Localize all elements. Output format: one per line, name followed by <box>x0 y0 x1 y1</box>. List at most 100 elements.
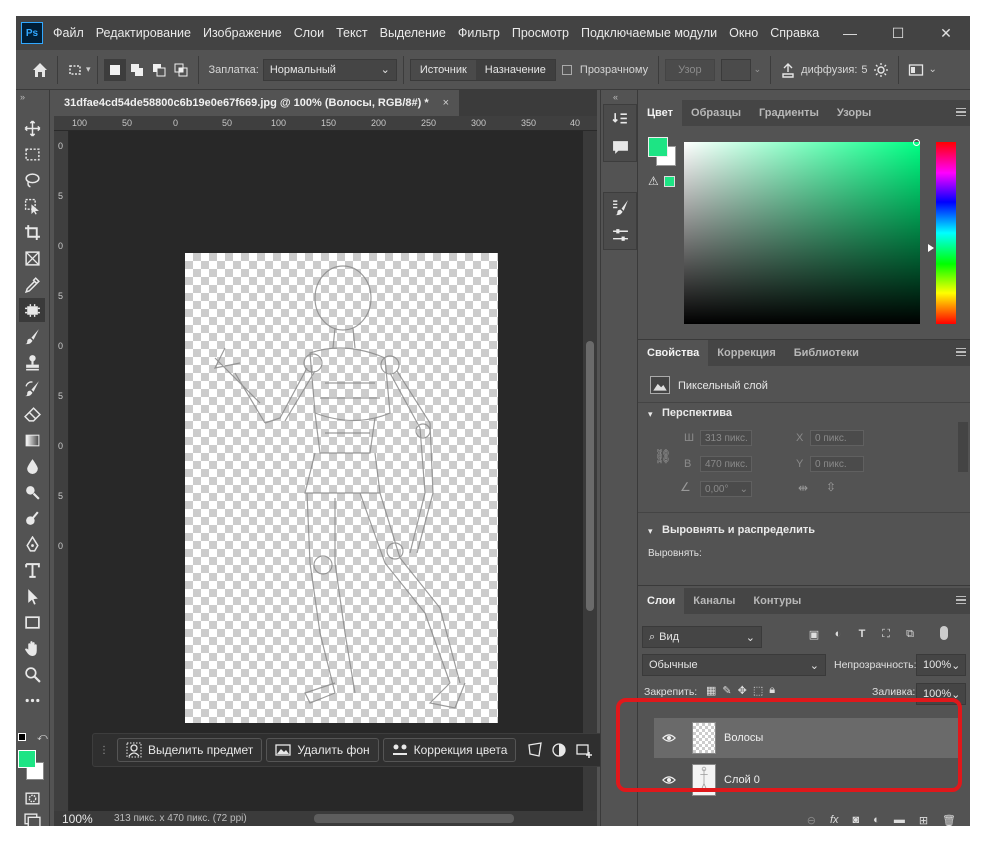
filter-pixel-icon[interactable]: ▣ <box>806 626 822 642</box>
tab-swatches[interactable]: Образцы <box>682 100 750 126</box>
adjustment-icon[interactable] <box>547 738 572 762</box>
subtract-selection-icon[interactable] <box>148 59 170 81</box>
tab-gradients[interactable]: Градиенты <box>750 100 828 126</box>
filter-toggle[interactable] <box>940 626 948 640</box>
quick-mask-icon[interactable] <box>19 786 45 810</box>
layer-filter-dropdown[interactable]: ⌕ Вид ⌄ <box>642 626 762 648</box>
gamut-color-swatch[interactable] <box>664 176 675 187</box>
add-mask-icon[interactable]: ◙ <box>853 814 860 826</box>
blur-tool-icon[interactable] <box>19 454 45 478</box>
panel-menu-icon[interactable] <box>956 348 966 356</box>
menu-file[interactable]: Файл <box>47 26 90 40</box>
document-tab[interactable]: 31dfae4cd54de58800c6b19e0e67f669.jpg @ 1… <box>54 90 460 116</box>
adjust-sliders-icon[interactable] <box>604 221 636 249</box>
marquee-tool-icon[interactable] <box>19 142 45 166</box>
comments-icon[interactable] <box>604 133 636 161</box>
lasso-tool-icon[interactable] <box>19 168 45 192</box>
new-group-icon[interactable]: ▬ <box>894 814 905 826</box>
select-subject-button[interactable]: Выделить предмет <box>117 738 263 762</box>
history-brush-tool-icon[interactable] <box>19 376 45 400</box>
link-layers-icon[interactable]: ⊖ <box>807 814 816 827</box>
chevron-down-icon[interactable]: ⌄ <box>929 64 937 75</box>
lock-transparent-icon[interactable]: ▦ <box>706 684 716 697</box>
chevron-down-icon[interactable]: ▾ <box>648 526 653 537</box>
horizontal-scrollbar[interactable] <box>314 814 514 823</box>
history-icon[interactable] <box>604 105 636 133</box>
crop-tool-icon[interactable] <box>19 220 45 244</box>
patch-tool-preset-icon[interactable] <box>64 59 86 81</box>
properties-scrollbar[interactable] <box>958 422 968 472</box>
tab-properties[interactable]: Свойства <box>638 340 709 366</box>
angle-field[interactable]: 0,00° ⌄ <box>700 481 752 497</box>
out-of-gamut-warning-icon[interactable]: ⚠ <box>648 174 659 188</box>
menu-view[interactable]: Просмотр <box>506 26 575 40</box>
rectangle-tool-icon[interactable] <box>19 610 45 634</box>
delete-layer-icon[interactable]: 🗑︎ <box>942 814 956 827</box>
tab-channels[interactable]: Каналы <box>684 588 744 614</box>
foreground-color-swatch[interactable] <box>648 137 668 157</box>
lock-position-icon[interactable]: ✥ <box>738 684 747 697</box>
zoom-tool-icon[interactable] <box>19 662 45 686</box>
pattern-button[interactable]: Узор <box>665 58 715 81</box>
menu-type[interactable]: Текст <box>330 26 373 40</box>
diffusion-value[interactable]: 5 <box>861 64 867 76</box>
filter-type-icon[interactable]: T <box>854 626 870 642</box>
lock-pixels-icon[interactable]: ✎ <box>722 684 731 697</box>
source-button[interactable]: Источник <box>410 59 476 80</box>
eraser-tool-icon[interactable] <box>19 402 45 426</box>
chevron-down-icon[interactable]: ▾ <box>648 409 653 420</box>
eyedropper-tool-icon[interactable] <box>19 272 45 296</box>
filter-smart-object-icon[interactable]: ⧉ <box>902 626 918 642</box>
destination-button[interactable]: Назначение <box>475 59 555 80</box>
object-select-tool-icon[interactable] <box>19 194 45 218</box>
lock-artboard-icon[interactable]: ⬚ <box>753 684 763 697</box>
add-image-icon[interactable] <box>572 738 597 762</box>
collapse-arrows-icon[interactable]: » <box>20 92 25 102</box>
chevron-down-icon[interactable]: ▾ <box>86 64 91 75</box>
add-selection-icon[interactable] <box>126 59 148 81</box>
tab-libraries[interactable]: Библиотеки <box>785 340 868 366</box>
vertical-scrollbar[interactable] <box>583 131 597 811</box>
gradient-tool-icon[interactable] <box>19 428 45 452</box>
workspace-icon[interactable] <box>905 59 927 81</box>
stamp-tool-icon[interactable] <box>19 350 45 374</box>
remove-background-button[interactable]: Удалить фон <box>266 738 379 762</box>
smudge-tool-icon[interactable] <box>19 506 45 530</box>
flip-horizontal-icon[interactable]: ⇹ <box>798 481 808 495</box>
zoom-level[interactable]: 100% <box>54 812 100 826</box>
new-layer-icon[interactable]: ⊞ <box>919 814 928 827</box>
foreground-color-swatch[interactable] <box>18 750 36 768</box>
pattern-picker[interactable] <box>720 58 751 81</box>
pen-tool-icon[interactable] <box>19 532 45 556</box>
menu-filter[interactable]: Фильтр <box>452 26 506 40</box>
hand-tool-icon[interactable] <box>19 636 45 660</box>
tab-color[interactable]: Цвет <box>638 100 683 126</box>
image-canvas[interactable] <box>185 253 498 723</box>
tab-paths[interactable]: Контуры <box>744 588 810 614</box>
intersect-selection-icon[interactable] <box>170 59 192 81</box>
y-field[interactable]: 0 пикс. <box>810 456 864 472</box>
color-correction-button[interactable]: Коррекция цвета <box>382 738 517 762</box>
hue-slider[interactable] <box>936 142 956 324</box>
swap-colors-icon[interactable]: ⤺ <box>37 732 48 743</box>
more-tools-icon[interactable] <box>19 688 45 712</box>
chevron-down-icon[interactable]: ⌄ <box>754 64 762 75</box>
menu-layers[interactable]: Слои <box>288 26 330 40</box>
tab-adjustments[interactable]: Коррекция <box>708 340 784 366</box>
transparent-checkbox[interactable] <box>561 64 572 75</box>
panel-menu-icon[interactable] <box>956 596 966 604</box>
expand-arrows-icon[interactable]: « <box>613 92 618 102</box>
fx-icon[interactable]: fx <box>830 814 839 826</box>
panel-menu-icon[interactable] <box>956 108 966 116</box>
filter-adjustment-icon[interactable]: ◐ <box>830 626 846 642</box>
color-picker-handle[interactable] <box>913 139 920 146</box>
new-selection-icon[interactable] <box>103 58 126 81</box>
color-field[interactable] <box>684 142 920 324</box>
x-field[interactable]: 0 пикс. <box>810 430 864 446</box>
width-field[interactable]: 313 пикс. <box>700 430 752 446</box>
hue-slider-handle[interactable] <box>928 244 934 252</box>
menu-help[interactable]: Справка <box>764 26 825 40</box>
screen-mode-icon[interactable] <box>19 808 45 826</box>
path-select-tool-icon[interactable] <box>19 584 45 608</box>
dodge-tool-icon[interactable] <box>19 480 45 504</box>
